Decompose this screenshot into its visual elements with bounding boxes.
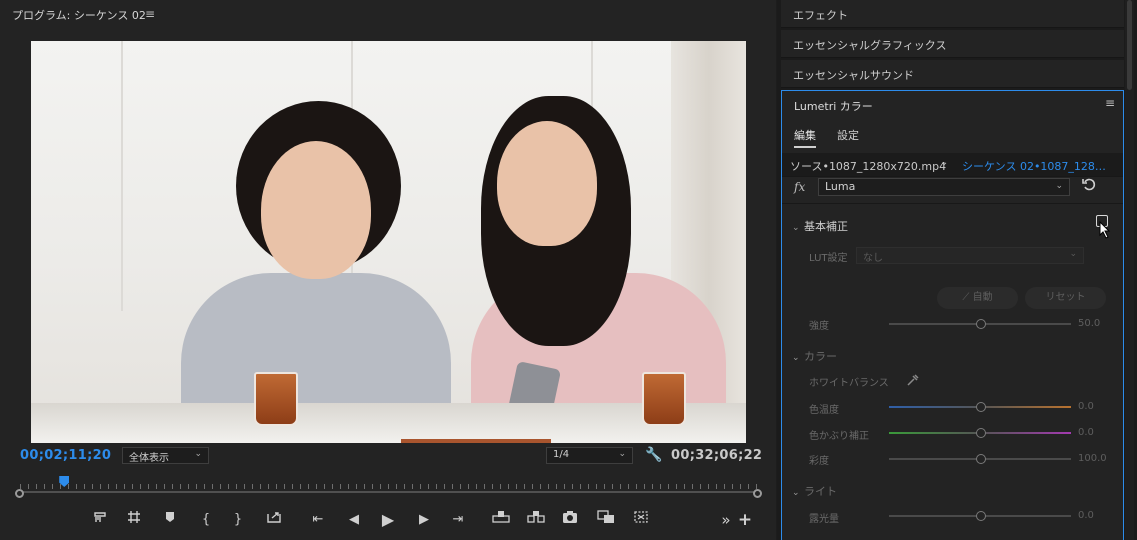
duration-timecode: 00;32;06;22 [671,448,763,463]
step-back-icon[interactable]: ◀ [344,510,364,530]
program-monitor-header: プログラム: シーケンス 02 ≡ [0,0,776,28]
playback-resolution-select[interactable]: 1/4 ⌄ [546,447,633,464]
exposure-label: 露光量 [809,514,839,525]
basic-correction-header[interactable]: ⌄ 基本補正 [792,218,848,234]
temperature-label: 色温度 [809,405,839,416]
chevron-down-icon: ⌄ [1055,181,1063,191]
slider-knob[interactable] [976,511,986,521]
effect-instance-value: Luma [825,180,856,193]
sequence-clip-tab[interactable]: シーケンス 02•1087_128… [962,158,1106,174]
basic-correction-title: 基本補正 [804,220,848,233]
extract-icon[interactable] [526,510,546,530]
color-section-title: カラー [804,350,837,363]
reset-effect-icon[interactable] [1082,177,1096,195]
marker-icon[interactable] [160,510,180,530]
button-editor-icon[interactable]: + [735,510,755,530]
fx-icon[interactable]: fx [794,180,805,194]
playback-resolution-value: 1/4 [553,449,570,460]
exposure-slider[interactable] [889,511,1071,521]
chevron-down-icon: ⌄ [792,488,800,498]
mark-out-icon[interactable]: } [228,510,248,530]
time-ruler[interactable] [20,481,757,491]
temperature-value[interactable]: 0.0 [1078,401,1094,412]
temperature-slider[interactable] [889,402,1071,412]
mark-in-icon[interactable]: { [196,510,216,530]
lut-setting-select[interactable]: なし ⌄ [856,247,1084,264]
transport-controls: { } ⇤ ◀ ▶ ▶ ⇥ » + [88,510,752,530]
auto-button[interactable]: ⟋ 自動 [937,287,1018,309]
zoom-level-select[interactable]: 全体表示 ⌄ [122,447,209,464]
saturation-label: 彩度 [809,456,829,467]
slider-knob[interactable] [976,454,986,464]
clip-selector-row: ソース•1087_1280x720.mp4 ⌄ シーケンス 02•1087_12… [782,153,1123,177]
chevron-down-icon: ⌄ [1069,249,1077,259]
effects-panel-tab[interactable]: エフェクト [781,0,1124,28]
more-controls-icon[interactable]: » [716,510,736,530]
tab-edit[interactable]: 編集 [794,127,816,148]
tint-value[interactable]: 0.0 [1078,427,1094,438]
lift-icon[interactable] [491,510,511,530]
play-icon[interactable]: ▶ [378,510,398,530]
auto-button-label: 自動 [972,292,993,303]
tint-slider[interactable] [889,428,1071,438]
comparison-view-icon[interactable] [596,510,616,530]
divider [782,203,1123,204]
export-frame-icon[interactable] [264,510,284,530]
go-to-in-icon[interactable]: ⇤ [308,510,328,530]
add-marker-icon[interactable] [90,510,110,530]
lumetri-color-panel: Lumetri カラー ≡ 編集 設定 ソース•1087_1280x720.mp… [781,90,1124,540]
chevron-down-icon[interactable]: ⌄ [940,157,948,168]
essential-sound-panel-tab[interactable]: エッセンシャルサウンド [781,60,1124,88]
effects-panel-label: エフェクト [793,9,848,22]
zoom-handle-right[interactable] [753,489,762,498]
panel-menu-icon[interactable]: ≡ [145,7,155,21]
zoom-level-value: 全体表示 [129,453,169,464]
right-panel-column: エフェクト エッセンシャルグラフィックス エッセンシャルサウンド Lumetri… [777,0,1137,540]
slider-knob[interactable] [976,402,986,412]
source-clip-tab[interactable]: ソース•1087_1280x720.mp4 [790,158,946,174]
video-preview[interactable] [31,41,746,443]
chevron-down-icon: ⌄ [792,223,800,233]
reset-button[interactable]: リセット [1025,287,1106,309]
wand-icon: ⟋ [962,292,973,303]
white-balance-label: ホワイトバランス [809,378,889,389]
eyedropper-icon[interactable] [906,373,920,390]
saturation-value[interactable]: 100.0 [1078,453,1107,464]
camera-icon[interactable] [560,510,580,530]
tint-label: 色かぶり補正 [809,431,869,442]
saturation-slider[interactable] [889,454,1071,464]
lut-setting-label: LUT設定 [809,253,848,264]
program-monitor-panel: プログラム: シーケンス 02 ≡ 00;02;11;20 全体表示 ⌄ 1/4… [0,0,776,540]
lumetri-panel-title[interactable]: Lumetri カラー [794,98,873,114]
exposure-value[interactable]: 0.0 [1078,510,1094,521]
intensity-label: 強度 [809,321,829,332]
effect-instance-select[interactable]: Luma ⌄ [818,178,1070,196]
slider-knob[interactable] [976,319,986,329]
frame-grid-icon[interactable] [124,510,144,530]
panel-menu-icon[interactable]: ≡ [1105,96,1115,110]
light-section-header[interactable]: ⌄ ライト [792,483,837,499]
lut-setting-value: なし [863,253,883,264]
color-section-header[interactable]: ⌄ カラー [792,348,837,364]
essential-sound-panel-label: エッセンシャルサウンド [793,69,914,82]
settings-wrench-icon[interactable]: 🔧 [645,447,662,463]
essential-graphics-panel-tab[interactable]: エッセンシャルグラフィックス [781,30,1124,58]
step-forward-icon[interactable]: ▶ [414,510,434,530]
slider-knob[interactable] [976,428,986,438]
program-monitor-title[interactable]: プログラム: シーケンス 02 [12,7,146,23]
essential-graphics-panel-label: エッセンシャルグラフィックス [793,39,947,52]
intensity-value[interactable]: 50.0 [1078,318,1100,329]
chevron-down-icon: ⌄ [618,449,626,459]
tab-settings[interactable]: 設定 [837,127,859,143]
light-section-title: ライト [804,485,837,498]
zoom-scrollbar[interactable] [20,491,757,493]
vr-video-icon[interactable] [631,510,651,530]
zoom-handle-left[interactable] [15,489,24,498]
chevron-down-icon: ⌄ [792,353,800,363]
panel-scrollbar-thumb[interactable] [1127,0,1132,90]
chevron-down-icon: ⌄ [194,449,202,459]
current-timecode[interactable]: 00;02;11;20 [20,448,111,463]
intensity-slider[interactable] [889,319,1071,329]
go-to-out-icon[interactable]: ⇥ [448,510,468,530]
